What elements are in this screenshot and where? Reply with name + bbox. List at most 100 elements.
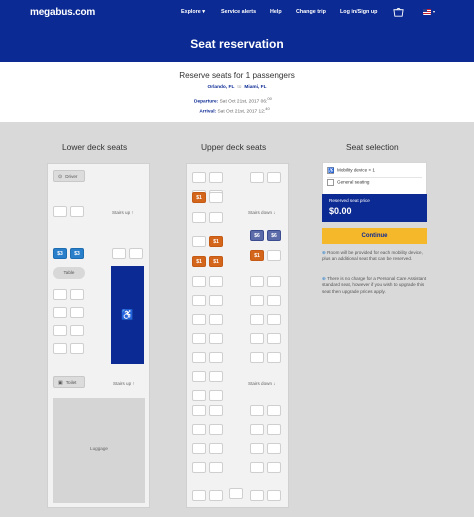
- lower-seat[interactable]: [53, 343, 67, 354]
- lower-seat[interactable]: [70, 289, 84, 300]
- upper-seat[interactable]: [267, 172, 281, 183]
- upper-seat[interactable]: [192, 333, 206, 344]
- upper-seat[interactable]: [192, 295, 206, 306]
- nav-login[interactable]: Log in/Sign up: [340, 9, 377, 15]
- table-label: Table: [53, 267, 85, 279]
- upper-seat[interactable]: [209, 276, 223, 287]
- basket-icon[interactable]: [393, 7, 404, 18]
- route-to: to: [237, 85, 242, 90]
- upper-seat[interactable]: [250, 443, 264, 454]
- upper-seat[interactable]: [209, 390, 223, 401]
- upper-seat[interactable]: [192, 490, 206, 501]
- upper-seat[interactable]: [192, 405, 206, 416]
- upper-seat[interactable]: [192, 371, 206, 382]
- upper-seat[interactable]: [250, 172, 264, 183]
- upper-seat[interactable]: [192, 424, 206, 435]
- upper-seat[interactable]: [209, 192, 223, 203]
- upper-seat[interactable]: $1: [192, 192, 206, 203]
- upper-seat[interactable]: [209, 352, 223, 363]
- departure-label: Departure:: [194, 99, 219, 105]
- lower-seat[interactable]: [70, 206, 84, 217]
- upper-seat[interactable]: [267, 352, 281, 363]
- upper-seat[interactable]: [192, 352, 206, 363]
- wheelchair-icon[interactable]: ♿: [111, 266, 144, 364]
- nav-explore[interactable]: Explore ▾: [181, 9, 205, 15]
- upper-seat[interactable]: [209, 443, 223, 454]
- upper-seat[interactable]: [192, 236, 206, 247]
- upper-seat[interactable]: [250, 295, 264, 306]
- arrival-label: Arrival:: [199, 109, 217, 115]
- upper-seat[interactable]: [267, 333, 281, 344]
- stairs-up-label: Stairs up ↑: [112, 210, 134, 215]
- lower-seat[interactable]: [70, 325, 84, 336]
- lower-seat[interactable]: [70, 343, 84, 354]
- upper-seat[interactable]: [267, 462, 281, 473]
- upper-seat[interactable]: [250, 462, 264, 473]
- general-seating-option[interactable]: General seating: [327, 179, 369, 186]
- upper-seat[interactable]: [267, 276, 281, 287]
- lower-seat[interactable]: $3: [70, 248, 84, 259]
- wheelchair-icon: ♿: [327, 167, 335, 174]
- continue-button[interactable]: Continue: [322, 228, 427, 244]
- upper-seat[interactable]: [267, 490, 281, 501]
- megabus-logo[interactable]: megabus.com: [30, 7, 95, 18]
- upper-seat[interactable]: [229, 488, 243, 499]
- trip-route: Orlando, FL to Miami, FL: [0, 85, 474, 90]
- upper-seat[interactable]: $6: [250, 230, 264, 241]
- upper-seat[interactable]: [267, 424, 281, 435]
- upper-seat[interactable]: [209, 490, 223, 501]
- upper-seat[interactable]: [209, 314, 223, 325]
- upper-seat[interactable]: [192, 172, 206, 183]
- nav-service-alerts[interactable]: Service alerts: [221, 9, 256, 15]
- lower-seat[interactable]: $3: [53, 248, 67, 259]
- chevron-down-icon[interactable]: ▾: [433, 9, 435, 14]
- upper-seat[interactable]: [209, 172, 223, 183]
- upper-seat[interactable]: [250, 490, 264, 501]
- upper-seat[interactable]: [267, 250, 281, 261]
- upper-seat[interactable]: $1: [250, 250, 264, 261]
- upper-seat[interactable]: [267, 314, 281, 325]
- reserved-price-box: Reserved seat price $0.00: [322, 194, 427, 222]
- upper-seat[interactable]: [192, 443, 206, 454]
- lower-seat[interactable]: [53, 325, 67, 336]
- upper-seat[interactable]: [209, 371, 223, 382]
- upper-seat[interactable]: [192, 390, 206, 401]
- upper-seat[interactable]: [209, 462, 223, 473]
- upper-seat[interactable]: [267, 405, 281, 416]
- lower-seat[interactable]: [70, 307, 84, 318]
- nav-change-trip[interactable]: Change trip: [296, 9, 326, 15]
- upper-seat[interactable]: [209, 424, 223, 435]
- lower-seat[interactable]: [112, 248, 126, 259]
- lower-seat[interactable]: [129, 248, 143, 259]
- upper-seat[interactable]: [209, 295, 223, 306]
- upper-seat[interactable]: [209, 212, 223, 223]
- page-title: Seat reservation: [190, 37, 284, 51]
- lower-seat[interactable]: [53, 289, 67, 300]
- upper-seat[interactable]: [250, 314, 264, 325]
- lower-seat[interactable]: [53, 307, 67, 318]
- upper-seat[interactable]: [267, 295, 281, 306]
- upper-seat[interactable]: $6: [267, 230, 281, 241]
- mobility-device-option[interactable]: ♿ Mobility device × 1: [327, 167, 375, 174]
- upper-seat[interactable]: [250, 405, 264, 416]
- upper-seat[interactable]: $1: [209, 236, 223, 247]
- upper-seat[interactable]: [209, 405, 223, 416]
- upper-seat[interactable]: [250, 424, 264, 435]
- upper-seat[interactable]: [192, 462, 206, 473]
- us-flag-icon[interactable]: [423, 9, 431, 15]
- upper-seat[interactable]: [250, 333, 264, 344]
- luggage-area: Luggage: [53, 398, 145, 503]
- upper-seat[interactable]: $1: [209, 256, 223, 267]
- upper-seat[interactable]: [192, 276, 206, 287]
- upper-seat[interactable]: [267, 443, 281, 454]
- lower-seat[interactable]: [53, 206, 67, 217]
- nav-help[interactable]: Help: [270, 9, 282, 15]
- upper-seat[interactable]: [250, 276, 264, 287]
- upper-seat[interactable]: $1: [192, 256, 206, 267]
- upper-seat[interactable]: [192, 212, 206, 223]
- checkbox[interactable]: [327, 179, 334, 186]
- origin: Orlando, FL: [207, 85, 235, 90]
- upper-seat[interactable]: [209, 333, 223, 344]
- upper-seat[interactable]: [250, 352, 264, 363]
- upper-seat[interactable]: [192, 314, 206, 325]
